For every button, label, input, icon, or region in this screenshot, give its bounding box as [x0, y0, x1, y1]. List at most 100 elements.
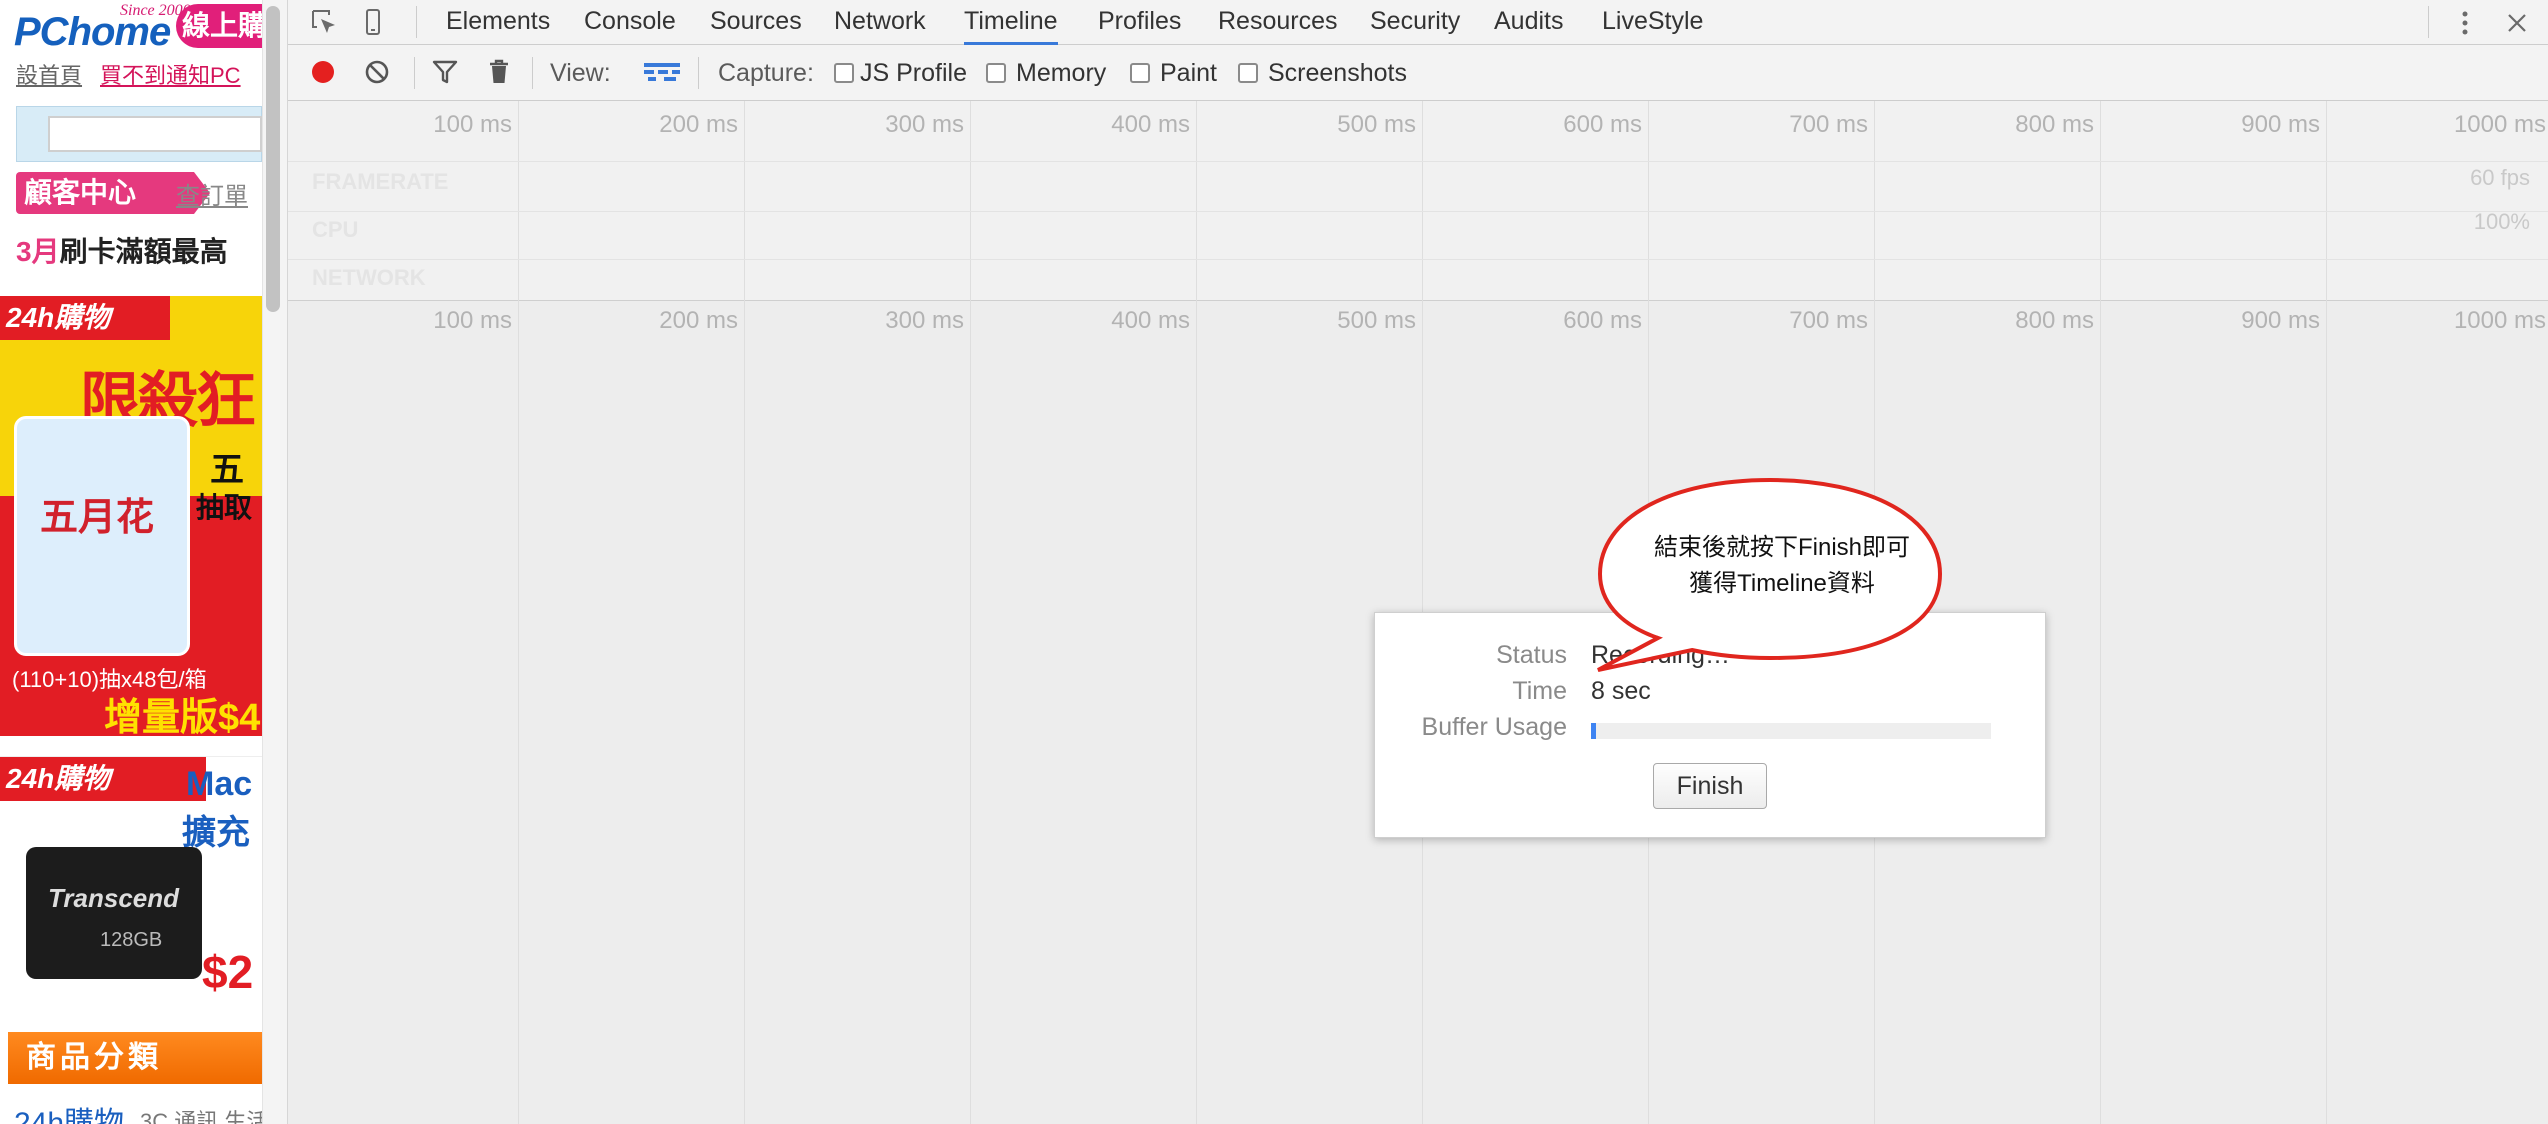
grid-line	[2100, 101, 2101, 301]
overview-row-divider	[288, 259, 2548, 260]
tab-network[interactable]: Network	[834, 0, 926, 45]
tick-label: 600 ms	[1563, 307, 1642, 334]
js-profile-label[interactable]: JS Profile	[860, 59, 967, 88]
promo-line[interactable]: 3月刷卡滿額最高	[16, 230, 228, 270]
ad-banner-tissue[interactable]: 24h購物 限殺狂 五月花 五 抽取 (110+10)抽x48包/箱 增量版$4	[0, 296, 262, 736]
cpu-scale-label: 100%	[2473, 209, 2530, 234]
product-brand: 五月花	[40, 497, 155, 539]
card-capacity: 128GB	[100, 929, 163, 951]
tick-label: 900 ms	[2241, 307, 2320, 334]
view-label: View:	[550, 59, 611, 87]
timeline-toolbar: View: Capture: JS Profile Memory Paint S…	[288, 45, 2548, 101]
tab-audits[interactable]: Audits	[1494, 0, 1563, 45]
buffer-usage-label: Buffer Usage	[1421, 713, 1567, 741]
tab-sources[interactable]: Sources	[710, 0, 802, 45]
grid-line	[2326, 301, 2327, 1124]
clear-recording-icon[interactable]	[362, 57, 392, 87]
paint-checkbox[interactable]	[1130, 63, 1150, 83]
grid-line	[1196, 101, 1197, 301]
grid-line	[744, 301, 745, 1124]
grid-line	[1422, 101, 1423, 301]
tick-label: 900 ms	[2241, 111, 2320, 138]
ad-banner-memory-card[interactable]: 24h購物 Mac 擴充 Transcend 128GB $2	[0, 756, 262, 1005]
memory-checkbox[interactable]	[986, 63, 1006, 83]
tabbar-separator	[2428, 6, 2429, 38]
time-label: Time	[1512, 677, 1567, 705]
ad-price: 增量版$4	[104, 697, 261, 736]
devtools-panel: Elements Console Sources Network Timelin…	[288, 0, 2548, 1124]
ad-side-text-2: 抽取	[196, 492, 253, 523]
inspect-element-icon[interactable]	[310, 8, 340, 38]
search-input[interactable]	[48, 116, 262, 152]
tick-label: 600 ms	[1563, 111, 1642, 138]
category-link[interactable]: 24h購物	[14, 1098, 124, 1124]
tab-profiles[interactable]: Profiles	[1098, 0, 1181, 45]
status-label: Status	[1496, 641, 1567, 669]
devtools-tabbar: Elements Console Sources Network Timelin…	[288, 0, 2548, 45]
ad-price: $2	[202, 946, 254, 998]
network-label: NETWORK	[312, 265, 426, 290]
toolbar-separator	[414, 57, 415, 89]
memory-label[interactable]: Memory	[1016, 59, 1106, 88]
set-homepage-link[interactable]: 設首頁	[16, 58, 82, 90]
filter-icon[interactable]	[430, 57, 460, 87]
ad-title: Mac	[186, 765, 253, 803]
close-icon[interactable]	[2502, 8, 2532, 38]
screenshots-label[interactable]: Screenshots	[1268, 59, 1407, 88]
tick-label: 700 ms	[1789, 111, 1868, 138]
callout-line-2: 獲得Timeline資料	[1689, 570, 1875, 597]
paint-label[interactable]: Paint	[1160, 59, 1217, 88]
ad-tag: 24h購物	[0, 296, 170, 340]
logo-badge[interactable]: 線上購	[176, 4, 262, 48]
tick-label: 700 ms	[1789, 307, 1868, 334]
cpu-label: CPU	[312, 217, 359, 242]
category-sublinks[interactable]: 3C 通訊 生活	[140, 1104, 262, 1124]
tick-label: 1000 ms	[2453, 307, 2546, 334]
device-mode-icon[interactable]	[358, 8, 388, 38]
tab-console[interactable]: Console	[584, 0, 676, 45]
customer-center-button[interactable]: 顧客中心	[16, 172, 194, 214]
overview-row-divider	[288, 161, 2548, 162]
grid-line	[2100, 301, 2101, 1124]
tick-label: 300 ms	[885, 307, 964, 334]
grid-line	[970, 301, 971, 1124]
tick-label: 300 ms	[885, 111, 964, 138]
overview-row-divider	[288, 211, 2548, 212]
webpage-pane: PChome Since 2000 線上購 設首頁 買不到通知PC 顧客中心 查…	[0, 0, 262, 1124]
more-options-icon[interactable]	[2450, 8, 2480, 38]
page-scrollbar-thumb[interactable]	[266, 6, 280, 312]
category-header: 商品分類	[8, 1032, 262, 1084]
toolbar-separator	[532, 57, 533, 89]
grid-line	[1648, 101, 1649, 301]
tab-resources[interactable]: Resources	[1218, 0, 1338, 45]
js-profile-checkbox[interactable]	[834, 63, 854, 83]
grid-line	[518, 301, 519, 1124]
promo-text: 刷卡滿額最高	[59, 236, 228, 267]
tick-label: 400 ms	[1111, 307, 1190, 334]
tab-security[interactable]: Security	[1370, 0, 1460, 45]
finish-button[interactable]: Finish	[1653, 763, 1767, 809]
tick-label: 200 ms	[659, 111, 738, 138]
trash-icon[interactable]	[484, 57, 514, 87]
record-icon[interactable]	[308, 57, 338, 87]
tab-elements[interactable]: Elements	[446, 0, 550, 45]
capture-label: Capture:	[718, 59, 814, 87]
fps-scale-label: 60 fps	[2470, 165, 2530, 190]
grid-line	[744, 101, 745, 301]
card-brand: Transcend	[48, 883, 180, 913]
tick-label: 500 ms	[1337, 307, 1416, 334]
tab-timeline[interactable]: Timeline	[964, 0, 1058, 45]
grid-line	[1874, 101, 1875, 301]
buffer-usage-bar	[1591, 723, 1991, 739]
notify-link[interactable]: 買不到通知PC	[100, 58, 241, 90]
flamechart-view-icon[interactable]	[642, 57, 680, 87]
tab-livestyle[interactable]: LiveStyle	[1602, 0, 1703, 45]
screenshots-checkbox[interactable]	[1238, 63, 1258, 83]
order-link[interactable]: 查訂單	[176, 176, 248, 211]
timeline-overview[interactable]: 100 ms 200 ms 300 ms 400 ms 500 ms 600 ms 700 …	[288, 101, 2548, 301]
buffer-usage-fill	[1591, 723, 1596, 739]
tick-label: 100 ms	[433, 307, 512, 334]
tick-label: 200 ms	[659, 307, 738, 334]
promo-month: 3月	[16, 236, 60, 267]
ad-side-text: 五	[210, 451, 244, 489]
